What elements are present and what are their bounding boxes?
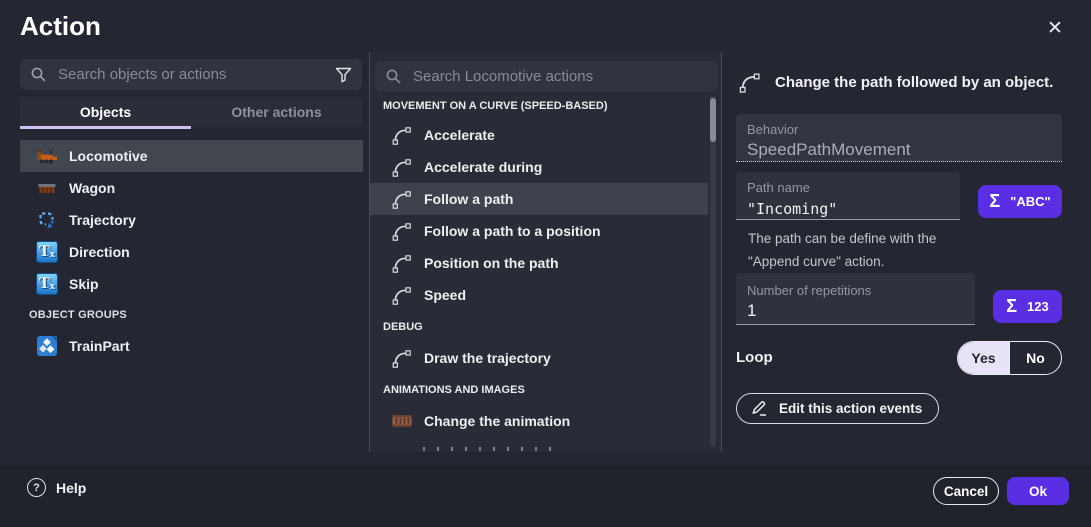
list-item-trainpart[interactable]: TrainPart [20,330,363,362]
action-item-accelerate-during[interactable]: Accelerate during [370,151,708,183]
list-item-label: Wagon [69,180,115,196]
action-dialog: Action ✕ Objects Other actions [0,0,1091,527]
actions-search-box[interactable] [375,61,718,92]
ok-button[interactable]: Ok [1007,477,1069,505]
action-item-accelerate[interactable]: Accelerate [370,119,708,151]
cancel-button[interactable]: Cancel [933,477,999,505]
left-panel-tabs: Objects Other actions [20,97,362,127]
repetitions-field[interactable]: Number of repetitions 1 [736,273,975,325]
action-item-label: Speed [424,287,466,303]
behavior-value: SpeedPathMovement [747,140,1051,160]
list-item-direction[interactable]: Tx Direction [20,236,363,268]
objects-search-input[interactable] [56,65,326,84]
footer-bar: ? Help Cancel Ok [0,465,1091,527]
list-item-locomotive[interactable]: Locomotive [20,140,363,172]
action-item-speed[interactable]: Speed [370,279,708,311]
trajectory-icon [36,209,58,231]
behavior-label: Behavior [747,122,1051,137]
section-header: DEBUG [370,311,721,342]
list-item-trajectory[interactable]: Trajectory [20,204,363,236]
action-item-change-the-animation[interactable]: Change the animation [370,405,708,437]
path-name-field[interactable]: Path name "Incoming" [736,172,960,220]
wagon-icon [36,177,58,199]
list-item-label: Skip [69,276,99,292]
list-item-skip[interactable]: Tx Skip [20,268,363,300]
object-groups-header: OBJECT GROUPS [20,300,363,330]
path-name-value[interactable]: "Incoming" [747,200,949,218]
objects-list: Locomotive Wagon [20,140,363,362]
curve-path-icon [738,69,762,95]
curve-path-icon [391,220,413,242]
text-object-icon: Tx [36,241,58,263]
repetitions-label: Number of repetitions [747,283,964,298]
list-item-label: Direction [69,244,130,260]
curve-path-icon [391,284,413,306]
search-icon [385,68,402,85]
locomotive-icon [36,145,58,167]
curve-path-icon [391,124,413,146]
curve-path-icon [391,156,413,178]
action-item-follow-a-path-to-a-position[interactable]: Follow a path to a position [370,215,708,247]
action-item-draw-the-trajectory[interactable]: Draw the trajectory [370,342,708,374]
section-header: MOVEMENT ON A CURVE (SPEED-BASED) [370,92,721,119]
list-item-label: Locomotive [69,148,148,164]
loop-no-option[interactable]: No [1009,342,1061,374]
film-strip-icon [391,410,413,432]
action-item-follow-a-path[interactable]: Follow a path [370,183,708,215]
help-icon: ? [27,478,46,497]
text-object-icon: Tx [36,273,58,295]
list-item-label: Trajectory [69,212,136,228]
action-item-label: Follow a path to a position [424,223,601,239]
path-help-text: The path can be define with the "Append … [748,227,1018,273]
path-name-label: Path name [747,180,949,195]
search-icon [30,66,47,83]
tab-other-actions[interactable]: Other actions [191,97,362,127]
page-title: Action [20,11,101,42]
behavior-field: Behavior SpeedPathMovement [736,114,1062,162]
curve-path-icon [391,252,413,274]
help-link[interactable]: ? Help [27,478,86,497]
sigma-icon: Σ [1006,296,1017,317]
curve-path-icon [391,188,413,210]
list-item-label: TrainPart [69,338,130,354]
sigma-icon: Σ [989,191,1000,212]
pencil-icon [750,399,769,418]
actions-panel: MOVEMENT ON A CURVE (SPEED-BASED) Accele… [369,52,722,452]
curve-path-icon [391,347,413,369]
number-expression-button[interactable]: Σ 123 [993,290,1062,323]
actions-search-input[interactable] [411,67,708,86]
action-item-label: Change the animation [424,413,570,429]
repetitions-value[interactable]: 1 [747,301,964,321]
section-header: ANIMATIONS AND IMAGES [370,374,721,405]
tab-objects[interactable]: Objects [20,97,191,127]
close-icon[interactable]: ✕ [1041,14,1069,42]
partially-visible-list-item[interactable] [423,447,563,451]
actions-scrollbar[interactable] [710,95,716,447]
action-item-label: Accelerate during [424,159,542,175]
action-item-label: Position on the path [424,255,559,271]
action-description: Change the path followed by an object. [775,74,1053,91]
loop-label: Loop [736,349,773,366]
action-item-label: Draw the trajectory [424,350,551,366]
scrollbar-thumb[interactable] [710,98,716,142]
actions-list: MOVEMENT ON A CURVE (SPEED-BASED) Accele… [370,92,721,437]
string-expression-button[interactable]: Σ "ABC" [978,185,1062,218]
list-item-wagon[interactable]: Wagon [20,172,363,204]
loop-yes-option[interactable]: Yes [958,342,1009,374]
filter-icon[interactable] [335,67,352,83]
objects-search-box[interactable] [20,59,362,90]
loop-toggle: Yes No [957,341,1062,375]
action-item-position-on-the-path[interactable]: Position on the path [370,247,708,279]
object-group-icon [36,335,58,357]
action-item-label: Accelerate [424,127,495,143]
edit-action-events-button[interactable]: Edit this action events [736,393,939,424]
action-item-label: Follow a path [424,191,513,207]
